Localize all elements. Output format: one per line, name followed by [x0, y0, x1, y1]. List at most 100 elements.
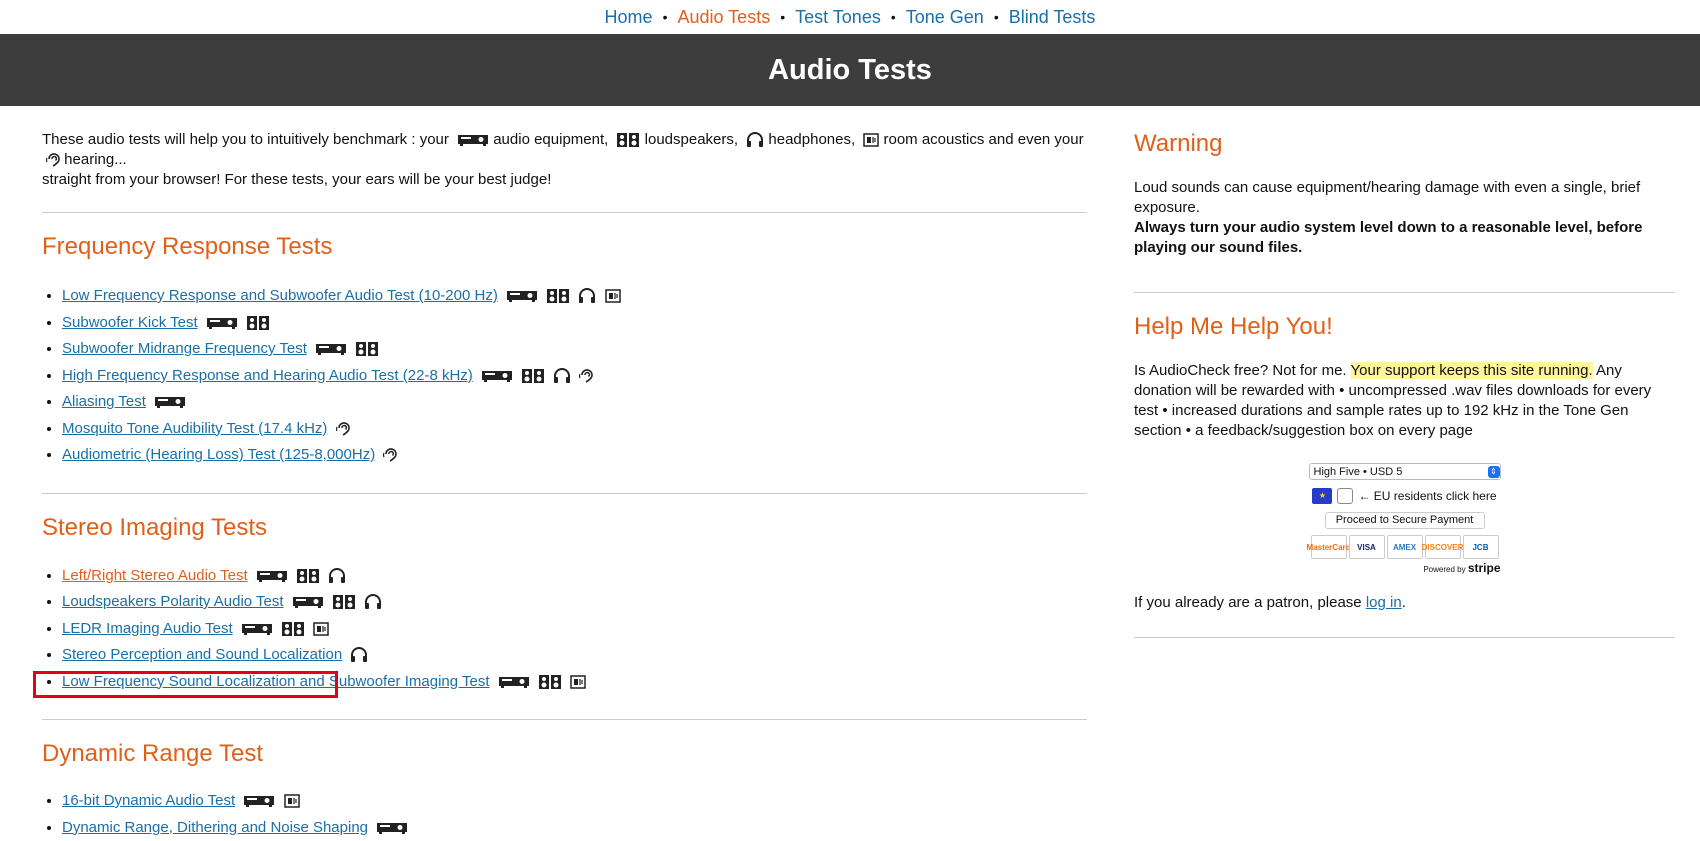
speakers-icon: [332, 594, 356, 610]
test-link[interactable]: Subwoofer Kick Test: [62, 314, 198, 331]
test-link[interactable]: LEDR Imaging Audio Test: [62, 620, 233, 637]
amp-icon: [457, 133, 489, 147]
nav-link-tone-gen[interactable]: Tone Gen: [906, 7, 984, 28]
test-link[interactable]: Mosquito Tone Audibility Test (17.4 kHz): [62, 420, 327, 437]
headphones-icon: [553, 368, 571, 384]
eu-row: ★ ← EU residents click here: [1309, 488, 1501, 504]
nav-separator: •: [994, 9, 999, 25]
speakers-icon: [296, 568, 320, 584]
card-logo-jcb: JCB: [1463, 535, 1499, 559]
test-list-item: High Frequency Response and Hearing Audi…: [62, 363, 1087, 390]
headphones-icon: [350, 647, 368, 663]
nav-link-blind-tests[interactable]: Blind Tests: [1009, 7, 1096, 28]
card-logos: MasterCardVISAAMEXDISCOVERJCB: [1309, 535, 1501, 559]
test-link[interactable]: 16-bit Dynamic Audio Test: [62, 792, 235, 809]
headphones-icon: [328, 568, 346, 584]
donation-widget: High Five • USD 5 ⇕ ★ ← EU residents cli…: [1309, 463, 1501, 575]
speakers-icon: [538, 674, 562, 690]
test-list-item: Mosquito Tone Audibility Test (17.4 kHz): [62, 416, 1087, 443]
amp-icon: [481, 369, 513, 383]
amp-icon: [206, 316, 238, 330]
section-heading: Stereo Imaging Tests: [42, 514, 1087, 542]
test-link[interactable]: Low Frequency Response and Subwoofer Aud…: [62, 287, 498, 304]
headphones-icon: [364, 594, 382, 610]
amp-icon: [243, 794, 275, 808]
amp-icon: [506, 289, 538, 303]
speakers-icon: [546, 288, 570, 304]
card-logo-discover: DISCOVER: [1425, 535, 1461, 559]
room-icon: [863, 132, 879, 148]
donation-select[interactable]: High Five • USD 5 ⇕: [1309, 463, 1501, 480]
ear-icon: [336, 421, 350, 437]
nav-link-test-tones[interactable]: Test Tones: [795, 7, 881, 28]
ear-icon: [46, 152, 60, 168]
headphones-icon: [746, 132, 764, 148]
speakers-icon: [281, 621, 305, 637]
help-heading: Help Me Help You!: [1134, 313, 1675, 341]
amp-icon: [154, 395, 186, 409]
card-logo-amex: AMEX: [1387, 535, 1423, 559]
warning-text: Loud sounds can cause equipment/hearing …: [1134, 178, 1675, 258]
test-list: Low Frequency Response and Subwoofer Aud…: [42, 283, 1087, 469]
headphones-icon: [578, 288, 596, 304]
room-icon: [284, 793, 300, 809]
test-list: 16-bit Dynamic Audio Test Dynamic Range,…: [42, 788, 1087, 841]
ear-icon: [383, 447, 397, 463]
room-icon: [570, 674, 586, 690]
speakers-icon: [521, 368, 545, 384]
test-link[interactable]: High Frequency Response and Hearing Audi…: [62, 367, 473, 384]
speakers-icon: [616, 132, 640, 148]
test-list-item: Audiometric (Hearing Loss) Test (125-8,0…: [62, 442, 1087, 469]
amp-icon: [315, 342, 347, 356]
page-banner: Audio Tests: [0, 34, 1700, 106]
amp-icon: [292, 595, 324, 609]
test-list-item: Dynamic Range, Dithering and Noise Shapi…: [62, 815, 1087, 841]
chevron-updown-icon: ⇕: [1488, 466, 1500, 478]
test-list-item: Stereo Perception and Sound Localization: [62, 642, 1087, 669]
test-list-item: Subwoofer Midrange Frequency Test: [62, 336, 1087, 363]
main-content: These audio tests will help you to intui…: [42, 130, 1087, 841]
nav-separator: •: [780, 9, 785, 25]
secure-payment-button[interactable]: Proceed to Secure Payment: [1325, 512, 1485, 529]
amp-icon: [498, 675, 530, 689]
room-icon: [313, 621, 329, 637]
room-icon: [605, 288, 621, 304]
page-title: Audio Tests: [768, 54, 932, 87]
nav-separator: •: [891, 9, 896, 25]
eu-flag-icon: ★: [1312, 488, 1332, 504]
card-logo-visa: VISA: [1349, 535, 1385, 559]
amp-icon: [241, 622, 273, 636]
speakers-icon: [355, 341, 379, 357]
test-list-item: Left/Right Stereo Audio Test: [62, 563, 1087, 590]
patron-text: If you already are a patron, please log …: [1134, 593, 1675, 613]
test-link[interactable]: Loudspeakers Polarity Audio Test: [62, 593, 284, 610]
intro-text: These audio tests will help you to intui…: [42, 130, 1087, 190]
highlight-box: [33, 671, 338, 698]
test-link[interactable]: Dynamic Range, Dithering and Noise Shapi…: [62, 819, 368, 836]
login-link[interactable]: log in: [1366, 594, 1402, 611]
test-link[interactable]: Stereo Perception and Sound Localization: [62, 646, 342, 663]
amp-icon: [376, 821, 408, 835]
section-heading: Frequency Response Tests: [42, 233, 1087, 261]
test-link[interactable]: Left/Right Stereo Audio Test: [62, 567, 248, 584]
nav-link-home[interactable]: Home: [605, 7, 653, 28]
amp-icon: [256, 569, 288, 583]
test-link[interactable]: Aliasing Test: [62, 393, 146, 410]
speakers-icon: [246, 315, 270, 331]
test-list-item: Subwoofer Kick Test: [62, 310, 1087, 337]
test-list-item: Loudspeakers Polarity Audio Test: [62, 589, 1087, 616]
nav-separator: •: [663, 9, 668, 25]
test-link[interactable]: Subwoofer Midrange Frequency Test: [62, 340, 307, 357]
test-list-item: 16-bit Dynamic Audio Test: [62, 788, 1087, 815]
card-logo-mastercard: MasterCard: [1311, 535, 1347, 559]
warning-heading: Warning: [1134, 130, 1675, 158]
sidebar: Warning Loud sounds can cause equipment/…: [1134, 130, 1675, 638]
ear-icon: [579, 368, 593, 384]
stripe-badge: Powered by stripe: [1309, 561, 1501, 575]
top-navigation: Home • Audio Tests • Test Tones • Tone Gen • Bli…: [0, 0, 1700, 34]
test-list-item: LEDR Imaging Audio Test: [62, 616, 1087, 643]
help-text: Is AudioCheck free? Not for me. Your sup…: [1134, 361, 1675, 441]
eu-checkbox[interactable]: [1337, 488, 1353, 504]
test-link[interactable]: Audiometric (Hearing Loss) Test (125-8,0…: [62, 446, 375, 463]
nav-link-audio-tests[interactable]: Audio Tests: [677, 7, 770, 28]
